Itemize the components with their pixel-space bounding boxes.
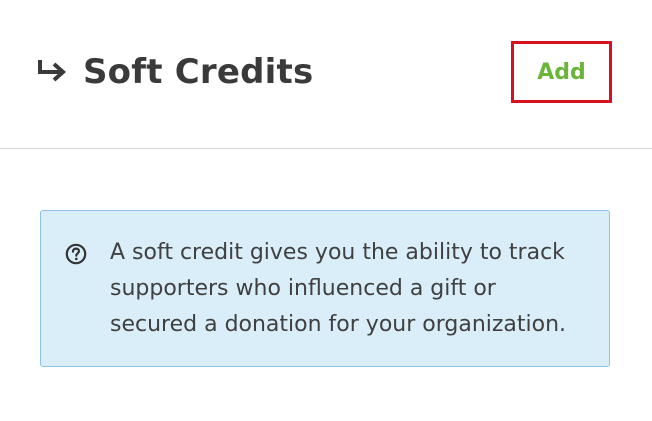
info-text: A soft credit gives you the ability to t… <box>110 235 590 343</box>
section-header: Soft Credits Add <box>0 0 652 149</box>
page-title: Soft Credits <box>83 52 314 92</box>
add-button[interactable]: Add <box>511 41 612 103</box>
info-line: supporters who influenced a gift or <box>110 276 496 301</box>
info-callout: A soft credit gives you the ability to t… <box>40 210 610 367</box>
info-line: secured a donation for your organization… <box>110 312 567 337</box>
question-circle-icon <box>65 243 87 265</box>
info-line: A soft credit gives you the ability to t… <box>110 240 565 265</box>
subdirectory-arrow-icon <box>38 60 67 82</box>
